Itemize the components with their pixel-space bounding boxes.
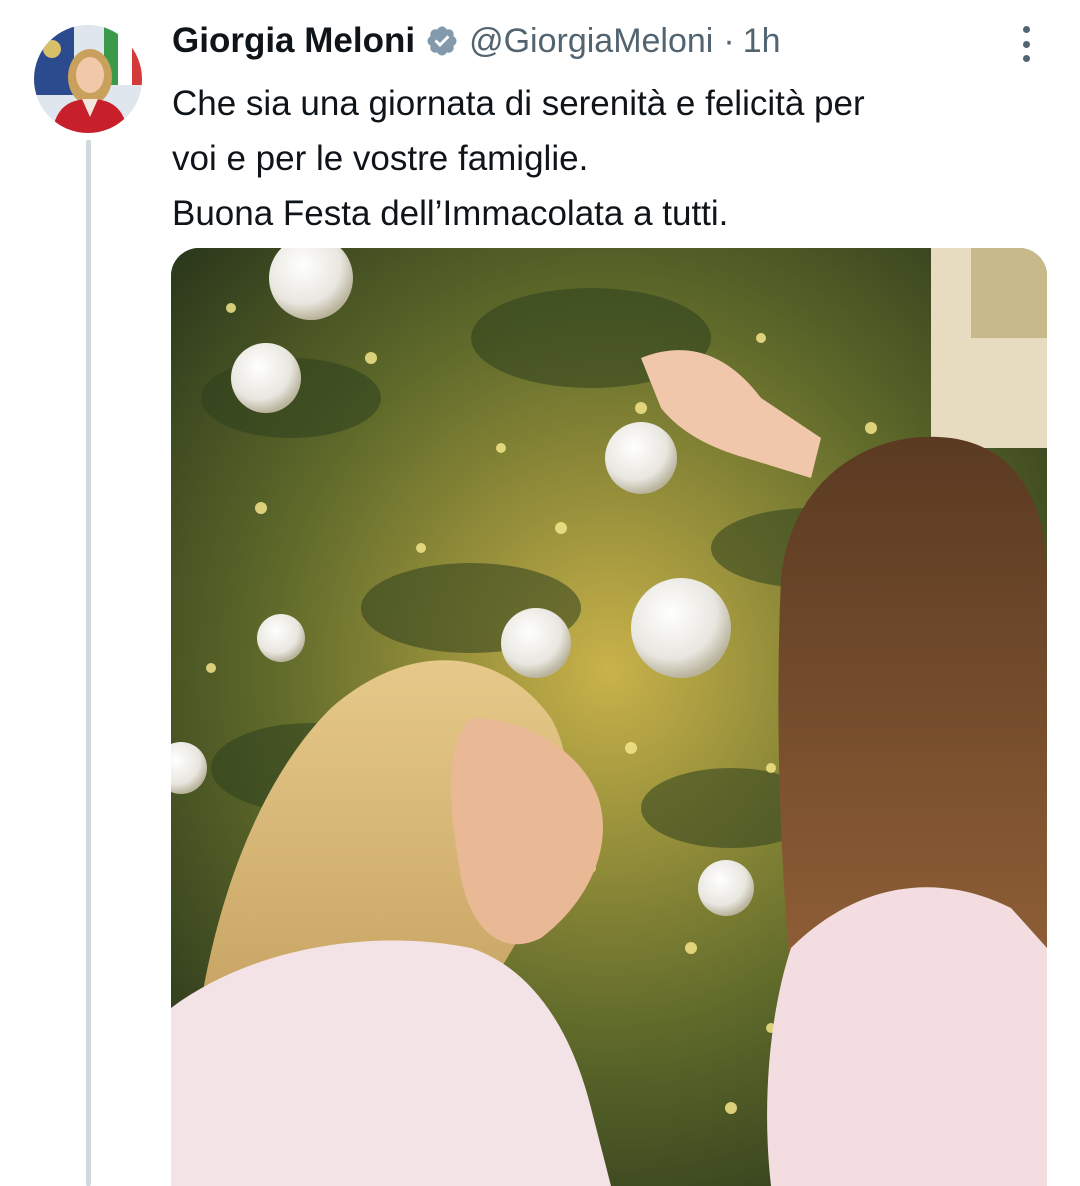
avatar[interactable] [34,25,142,133]
more-dot [1022,55,1030,62]
more-dot [1022,26,1030,33]
more-vertical-icon[interactable] [1012,24,1040,64]
tweet-timestamp[interactable]: 1h [743,22,781,61]
author-display-name[interactable]: Giorgia Meloni [172,21,415,61]
author-handle[interactable]: @GiorgiaMeloni [469,22,713,61]
tweet-text-line: voi e per le vostre famiglie. [172,139,589,178]
header-separator: · [723,21,735,60]
verified-badge-icon [425,24,459,58]
tweet-text-line: Buona Festa dell’Immacolata a tutti. [172,194,729,233]
tweet-text: Che sia una giornata di serenità e felic… [172,76,1032,241]
tweet-header: Giorgia Meloni @GiorgiaMeloni · 1h [172,16,781,66]
more-dot [1022,40,1030,48]
tweet[interactable]: Giorgia Meloni @GiorgiaMeloni · 1h Che s… [0,0,1080,1186]
tweet-photo[interactable] [171,248,1047,1186]
thread-connector-line [86,140,91,1186]
tweet-text-line: Che sia una giornata di serenità e felic… [172,84,865,123]
